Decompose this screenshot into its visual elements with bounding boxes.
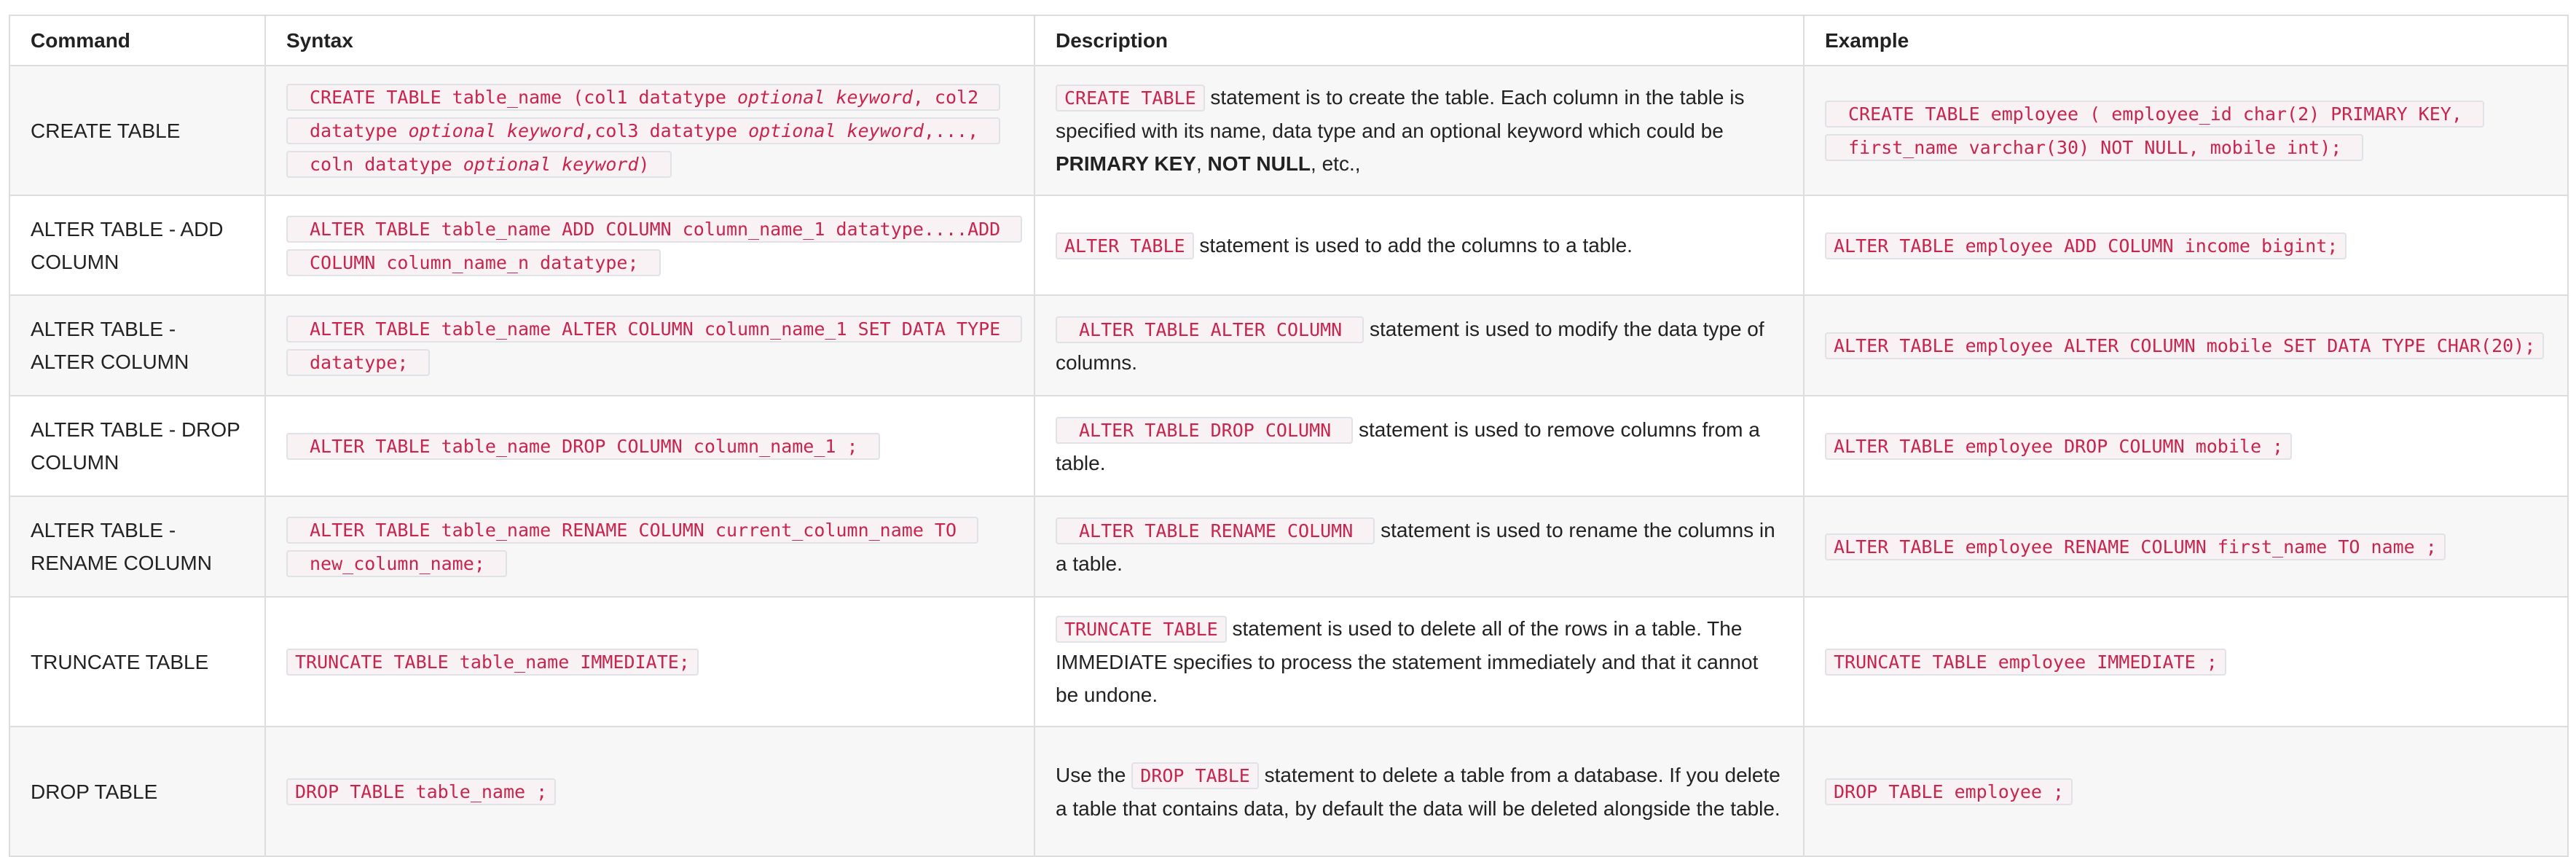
example-cell: ALTER TABLE employee ADD COLUMN income b… <box>1803 195 2569 296</box>
example-cell: ALTER TABLE employee DROP COLUMN mobile … <box>1803 395 2569 497</box>
command-cell: ALTER TABLE - ADD COLUMN <box>9 195 266 296</box>
syntax-code: TRUNCATE TABLE table_name IMMEDIATE; <box>286 649 699 676</box>
table-row: ALTER TABLE - ALTER COLUMN ALTER TABLE t… <box>9 294 2569 396</box>
example-cell: CREATE TABLE employee ( employee_id char… <box>1803 65 2569 196</box>
table-row: ALTER TABLE - ADD COLUMN ALTER TABLE tab… <box>9 195 2569 296</box>
command-cell: CREATE TABLE <box>9 65 266 196</box>
syntax-code: ALTER TABLE table_name ADD COLUMN column… <box>286 215 1023 276</box>
table-row: ALTER TABLE - DROP COLUMN ALTER TABLE ta… <box>9 395 2569 497</box>
table-row: ALTER TABLE - RENAME COLUMN ALTER TABLE … <box>9 496 2569 598</box>
syntax-code: ALTER TABLE table_name ALTER COLUMN colu… <box>286 316 1023 376</box>
syntax-cell: TRUNCATE TABLE table_name IMMEDIATE; <box>264 596 1035 727</box>
syntax-cell: ALTER TABLE table_name ADD COLUMN column… <box>264 195 1035 296</box>
description-code: DROP TABLE <box>1131 762 1259 789</box>
example-code: TRUNCATE TABLE employee IMMEDIATE ; <box>1825 649 2226 676</box>
syntax-code: CREATE TABLE table_name (col1 datatype o… <box>286 84 1001 178</box>
example-code: ALTER TABLE employee DROP COLUMN mobile … <box>1825 433 2293 460</box>
description-cell: ALTER TABLE RENAME COLUMN statement is u… <box>1034 496 1805 598</box>
syntax-cell: CREATE TABLE table_name (col1 datatype o… <box>264 65 1035 196</box>
sql-commands-table: Command Syntax Description Example CREAT… <box>9 15 2569 857</box>
description-cell: TRUNCATE TABLE statement is used to dele… <box>1034 596 1805 727</box>
description-cell: Use the DROP TABLE statement to delete a… <box>1034 726 1805 857</box>
example-cell: DROP TABLE employee ; <box>1803 726 2569 857</box>
description-cell: ALTER TABLE statement is used to add the… <box>1034 195 1805 296</box>
header-syntax: Syntax <box>264 15 1035 66</box>
command-cell: ALTER TABLE - DROP COLUMN <box>9 395 266 497</box>
description-cell: CREATE TABLE statement is to create the … <box>1034 65 1805 196</box>
header-example: Example <box>1803 15 2569 66</box>
example-code: DROP TABLE employee ; <box>1825 778 2073 805</box>
header-description: Description <box>1034 15 1805 66</box>
description-code: ALTER TABLE ALTER COLUMN <box>1056 316 1364 343</box>
description-code: ALTER TABLE RENAME COLUMN <box>1056 517 1375 544</box>
description-cell: ALTER TABLE DROP COLUMN statement is use… <box>1034 395 1805 497</box>
command-cell: ALTER TABLE - RENAME COLUMN <box>9 496 266 598</box>
syntax-cell: ALTER TABLE table_name ALTER COLUMN colu… <box>264 294 1035 396</box>
example-cell: TRUNCATE TABLE employee IMMEDIATE ; <box>1803 596 2569 727</box>
description-code: ALTER TABLE <box>1056 232 1194 259</box>
table-row: TRUNCATE TABLE TRUNCATE TABLE table_name… <box>9 596 2569 727</box>
table-row: CREATE TABLE CREATE TABLE table_name (co… <box>9 65 2569 196</box>
description-code: ALTER TABLE DROP COLUMN <box>1056 416 1354 444</box>
command-cell: DROP TABLE <box>9 726 266 857</box>
command-cell: TRUNCATE TABLE <box>9 596 266 727</box>
example-code: CREATE TABLE employee ( employee_id char… <box>1825 101 2484 161</box>
syntax-code: ALTER TABLE table_name DROP COLUMN colum… <box>286 433 880 460</box>
example-code: ALTER TABLE employee ADD COLUMN income b… <box>1825 232 2347 259</box>
description-code: CREATE TABLE <box>1056 85 1205 111</box>
syntax-code: ALTER TABLE table_name RENAME COLUMN cur… <box>286 517 979 577</box>
description-cell: ALTER TABLE ALTER COLUMN statement is us… <box>1034 294 1805 396</box>
command-cell: ALTER TABLE - ALTER COLUMN <box>9 294 266 396</box>
syntax-cell: ALTER TABLE table_name DROP COLUMN colum… <box>264 395 1035 497</box>
description-code: TRUNCATE TABLE <box>1056 616 1227 643</box>
syntax-cell: ALTER TABLE table_name RENAME COLUMN cur… <box>264 496 1035 598</box>
example-code: ALTER TABLE employee RENAME COLUMN first… <box>1825 533 2446 560</box>
example-cell: ALTER TABLE employee ALTER COLUMN mobile… <box>1803 294 2569 396</box>
example-cell: ALTER TABLE employee RENAME COLUMN first… <box>1803 496 2569 598</box>
header-command: Command <box>9 15 266 66</box>
header-row: Command Syntax Description Example <box>9 15 2569 66</box>
syntax-code: DROP TABLE table_name ; <box>286 778 557 805</box>
example-code: ALTER TABLE employee ALTER COLUMN mobile… <box>1825 332 2545 359</box>
syntax-cell: DROP TABLE table_name ; <box>264 726 1035 857</box>
table-row: DROP TABLE DROP TABLE table_name ; Use t… <box>9 726 2569 857</box>
